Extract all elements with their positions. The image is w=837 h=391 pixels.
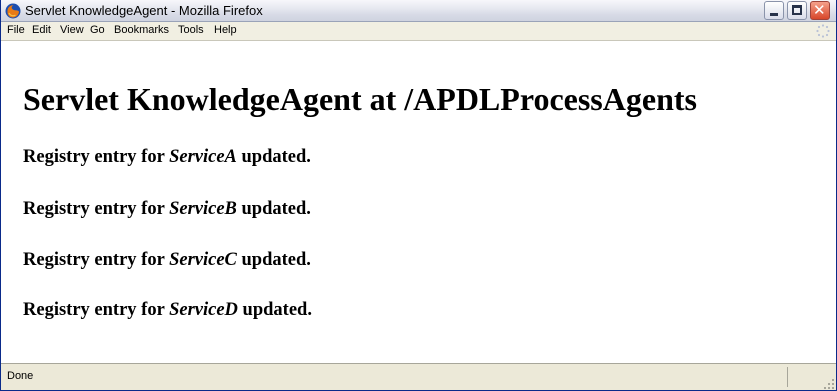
menu-help[interactable]: Help [214, 24, 237, 36]
resize-grip-icon[interactable] [823, 378, 835, 390]
service-name: ServiceC [169, 250, 237, 270]
page-content: Servlet KnowledgeAgent at /APDLProcessAg… [1, 41, 836, 363]
service-name: ServiceB [169, 199, 237, 219]
entry-suffix: updated. [236, 250, 311, 270]
menu-go[interactable]: Go [90, 24, 105, 36]
throbber-icon [816, 24, 830, 38]
entry-prefix: Registry entry for [23, 300, 170, 320]
service-name: ServiceD [169, 300, 238, 320]
entry-suffix: updated. [236, 199, 311, 219]
status-text: Done [7, 370, 34, 382]
status-bar: Done [1, 363, 836, 390]
menu-file[interactable]: File [7, 24, 25, 36]
registry-entry-servicec: Registry entry for ServiceC updated. [23, 250, 311, 271]
menu-bar: File Edit View Go Bookmarks Tools Help [1, 22, 836, 41]
status-divider [787, 367, 788, 387]
entry-prefix: Registry entry for [23, 147, 170, 167]
registry-entry-servicea: Registry entry for ServiceA updated. [23, 147, 311, 168]
maximize-button[interactable] [787, 1, 807, 20]
title-bar[interactable]: Servlet KnowledgeAgent - Mozilla Firefox… [1, 0, 836, 22]
menu-edit[interactable]: Edit [32, 24, 51, 36]
menu-view[interactable]: View [60, 24, 84, 36]
registry-entry-serviced: Registry entry for ServiceD updated. [23, 300, 312, 321]
page-heading: Servlet KnowledgeAgent at /APDLProcessAg… [23, 81, 697, 117]
entry-suffix: updated. [237, 300, 312, 320]
firefox-icon [5, 3, 21, 19]
menu-tools[interactable]: Tools [178, 24, 204, 36]
minimize-button[interactable] [764, 1, 784, 20]
service-name: ServiceA [169, 147, 237, 167]
entry-prefix: Registry entry for [23, 199, 170, 219]
window-title: Servlet KnowledgeAgent - Mozilla Firefox [25, 3, 263, 18]
entry-prefix: Registry entry for [23, 250, 170, 270]
registry-entry-serviceb: Registry entry for ServiceB updated. [23, 199, 311, 220]
maximize-icon [792, 5, 802, 15]
minimize-icon [770, 13, 778, 16]
entry-suffix: updated. [236, 147, 311, 167]
close-icon: ✕ [813, 1, 826, 19]
browser-window: Servlet KnowledgeAgent - Mozilla Firefox… [0, 0, 837, 391]
menu-bookmarks[interactable]: Bookmarks [114, 24, 169, 36]
close-button[interactable]: ✕ [810, 1, 830, 20]
